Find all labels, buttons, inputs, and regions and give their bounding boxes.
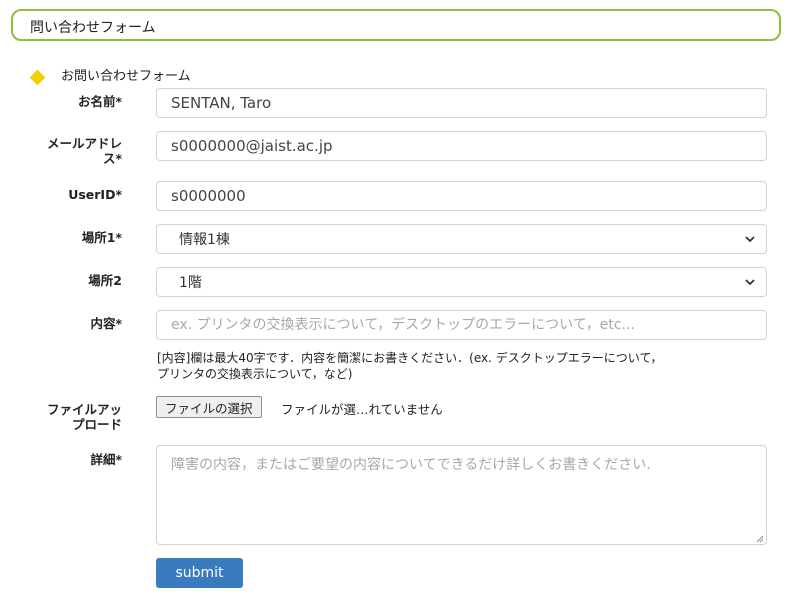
diamond-icon <box>29 69 46 85</box>
resize-grip-icon[interactable] <box>756 535 764 543</box>
location2-label: 場所2 <box>88 273 122 288</box>
userid-label: UserID* <box>68 187 122 202</box>
location2-select[interactable]: 1階 <box>156 267 767 297</box>
chevron-down-icon <box>745 279 755 286</box>
section-heading-text: お問い合わせフォーム <box>61 68 191 84</box>
name-input[interactable] <box>156 88 767 118</box>
details-textarea[interactable] <box>156 445 767 545</box>
file-upload-label-line1: ファイルアッ <box>46 402 122 417</box>
content-help-line2: プリンタの交換表示について，など) <box>157 367 353 381</box>
userid-input[interactable] <box>156 181 767 211</box>
name-label: お名前* <box>77 94 122 109</box>
submit-button[interactable]: submit <box>156 558 243 588</box>
location1-select[interactable]: 情報1棟 <box>156 224 767 254</box>
email-label-line1: メールアドレ <box>46 136 122 151</box>
location1-label: 場所1* <box>81 230 122 245</box>
content-help-line1: [内容]欄は最大40字です．内容を簡潔にお書きください．(ex. デスクトップエ… <box>157 351 663 365</box>
file-upload-label-line2: プロード <box>71 417 122 432</box>
page-title: 問い合わせフォーム <box>30 20 156 36</box>
file-upload-label: ファイルアッ プロード <box>47 402 122 432</box>
location1-selected-value: 情報1棟 <box>179 232 230 248</box>
content-help-text: [内容]欄は最大40字です．内容を簡潔にお書きください．(ex. デスクトップエ… <box>157 350 767 382</box>
email-label: メールアドレ ス* <box>47 136 122 166</box>
email-input[interactable] <box>156 131 767 161</box>
chevron-down-icon <box>745 236 755 243</box>
details-label: 詳細* <box>90 452 122 467</box>
email-label-line2: ス* <box>102 151 122 166</box>
file-status-text: ファイルが選…れていません <box>281 402 443 417</box>
section-heading: お問い合わせフォーム <box>29 64 191 85</box>
page-title-box: 問い合わせフォーム <box>11 9 781 41</box>
content-input[interactable] <box>156 310 767 340</box>
contact-form-page: 問い合わせフォーム お問い合わせフォーム お名前* メールアドレ ス* User… <box>0 0 800 600</box>
content-label: 内容* <box>90 316 122 331</box>
choose-file-button[interactable]: ファイルの選択 <box>156 396 262 418</box>
location2-selected-value: 1階 <box>179 275 202 291</box>
